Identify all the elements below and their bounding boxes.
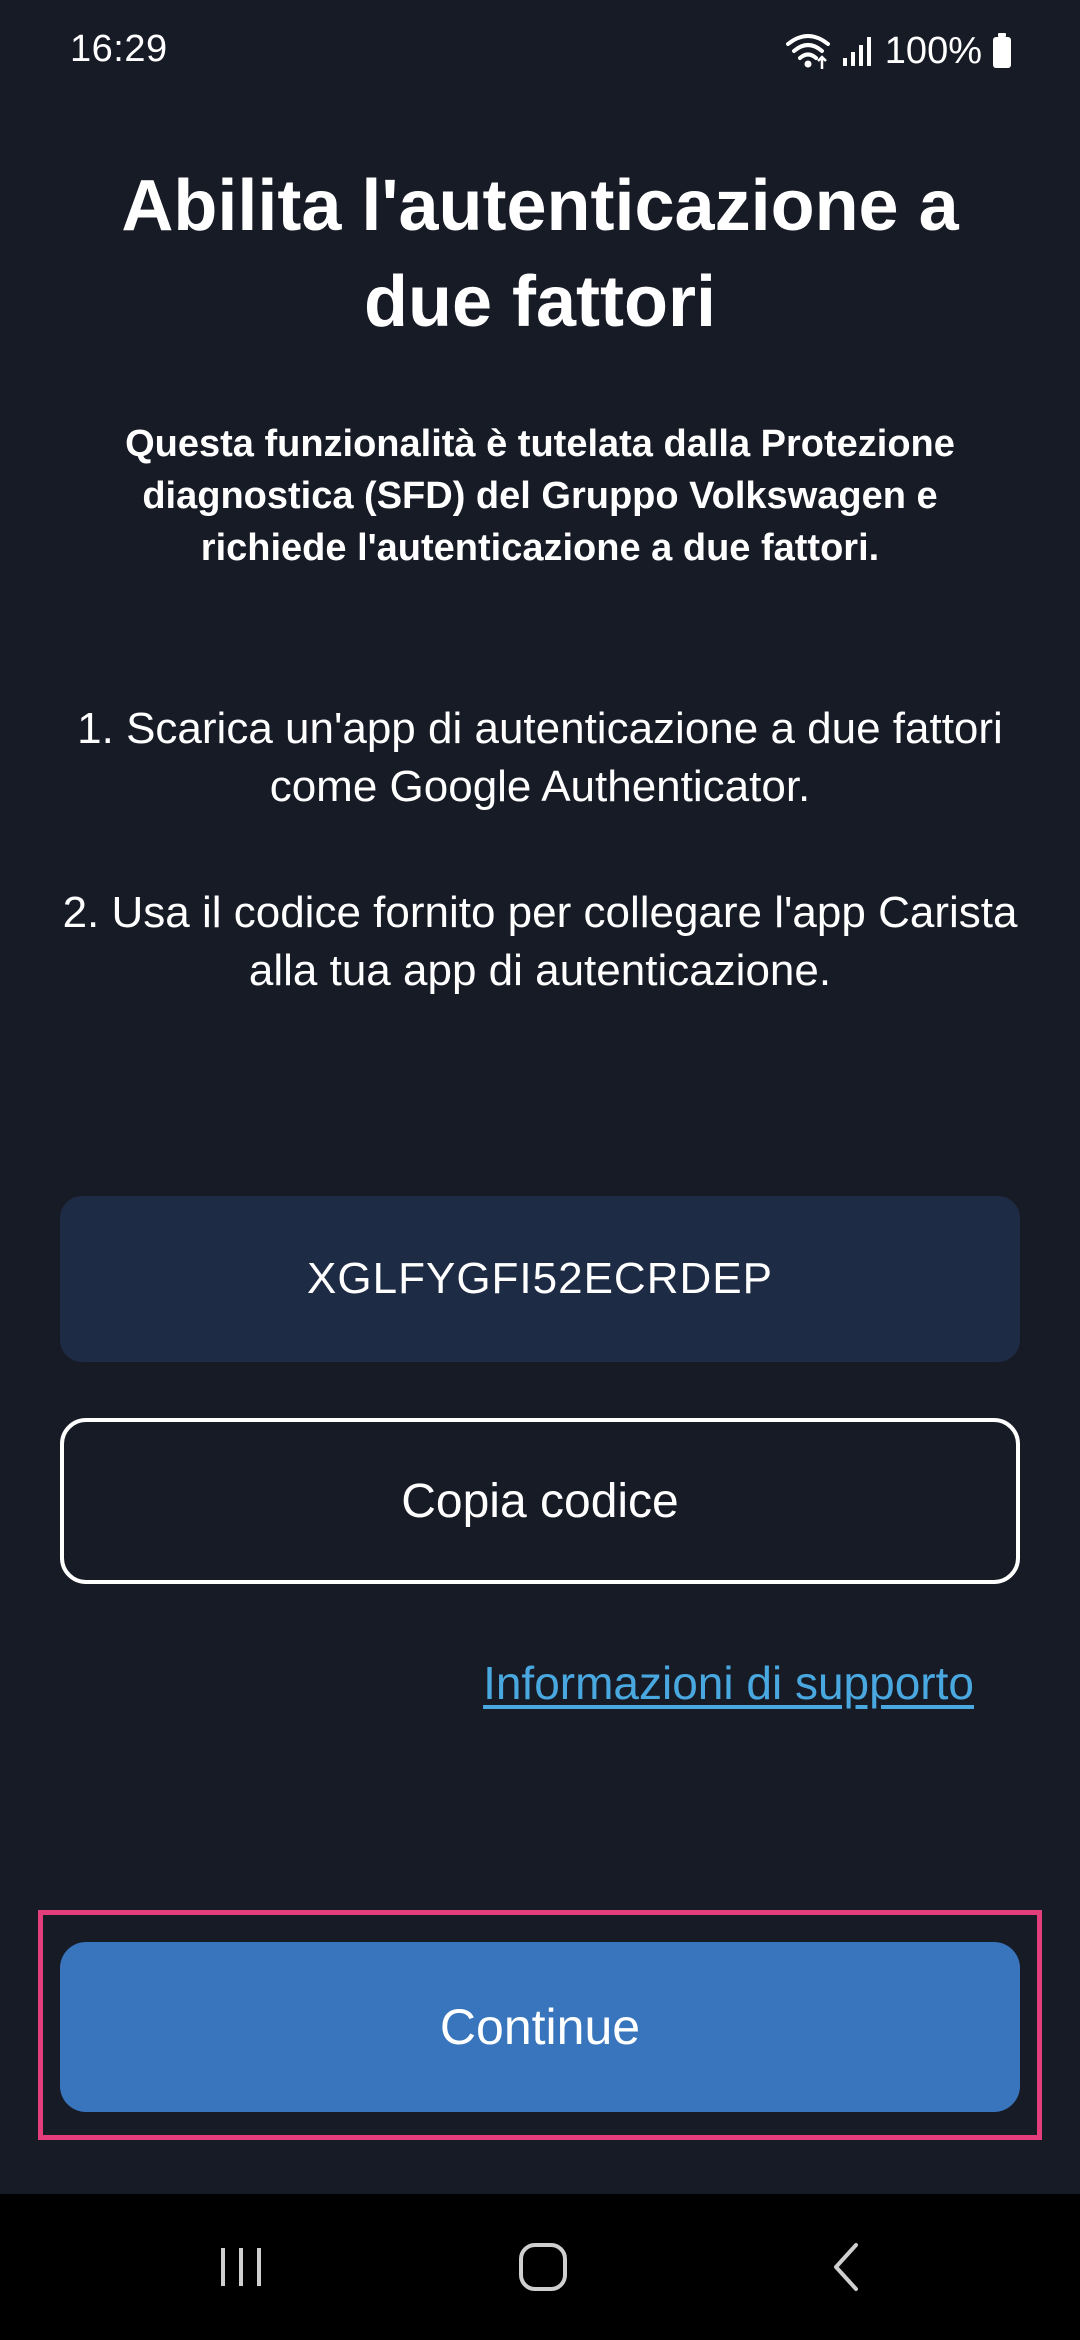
system-nav-bar [0, 2194, 1080, 2340]
page-title: Abilita l'autenticazione a due fattori [121, 166, 959, 342]
status-icons: 100% [785, 26, 1012, 76]
page-subtitle: Questa funzionalità è tutelata dalla Pro… [125, 423, 955, 569]
screen: 16:29 100% Abilita l'autenticazione a du… [0, 0, 1080, 2340]
home-button[interactable] [483, 2194, 603, 2340]
copy-code-button[interactable]: Copia codice [60, 1418, 1020, 1584]
wifi-icon [785, 31, 831, 71]
recent-apps-icon [216, 2244, 266, 2290]
instruction-step-1: 1. Scarica un'app di autenticazione a du… [77, 704, 1003, 811]
recent-apps-button[interactable] [181, 2194, 301, 2340]
support-info-link[interactable]: Informazioni di supporto [483, 1656, 974, 1710]
battery-icon [992, 33, 1012, 69]
back-button[interactable] [786, 2194, 906, 2340]
back-icon [826, 2241, 866, 2293]
home-icon [517, 2241, 569, 2293]
continue-button[interactable]: Continue [60, 1942, 1020, 2112]
signal-icon [841, 34, 875, 68]
instruction-step-2: 2. Usa il codice fornito per collegare l… [62, 888, 1018, 995]
status-bar: 16:29 100% [0, 0, 1080, 104]
status-time: 16:29 [70, 28, 168, 70]
auth-code-display: XGLFYGFI52ECRDEP [60, 1196, 1020, 1362]
battery-percent: 100% [884, 29, 982, 72]
